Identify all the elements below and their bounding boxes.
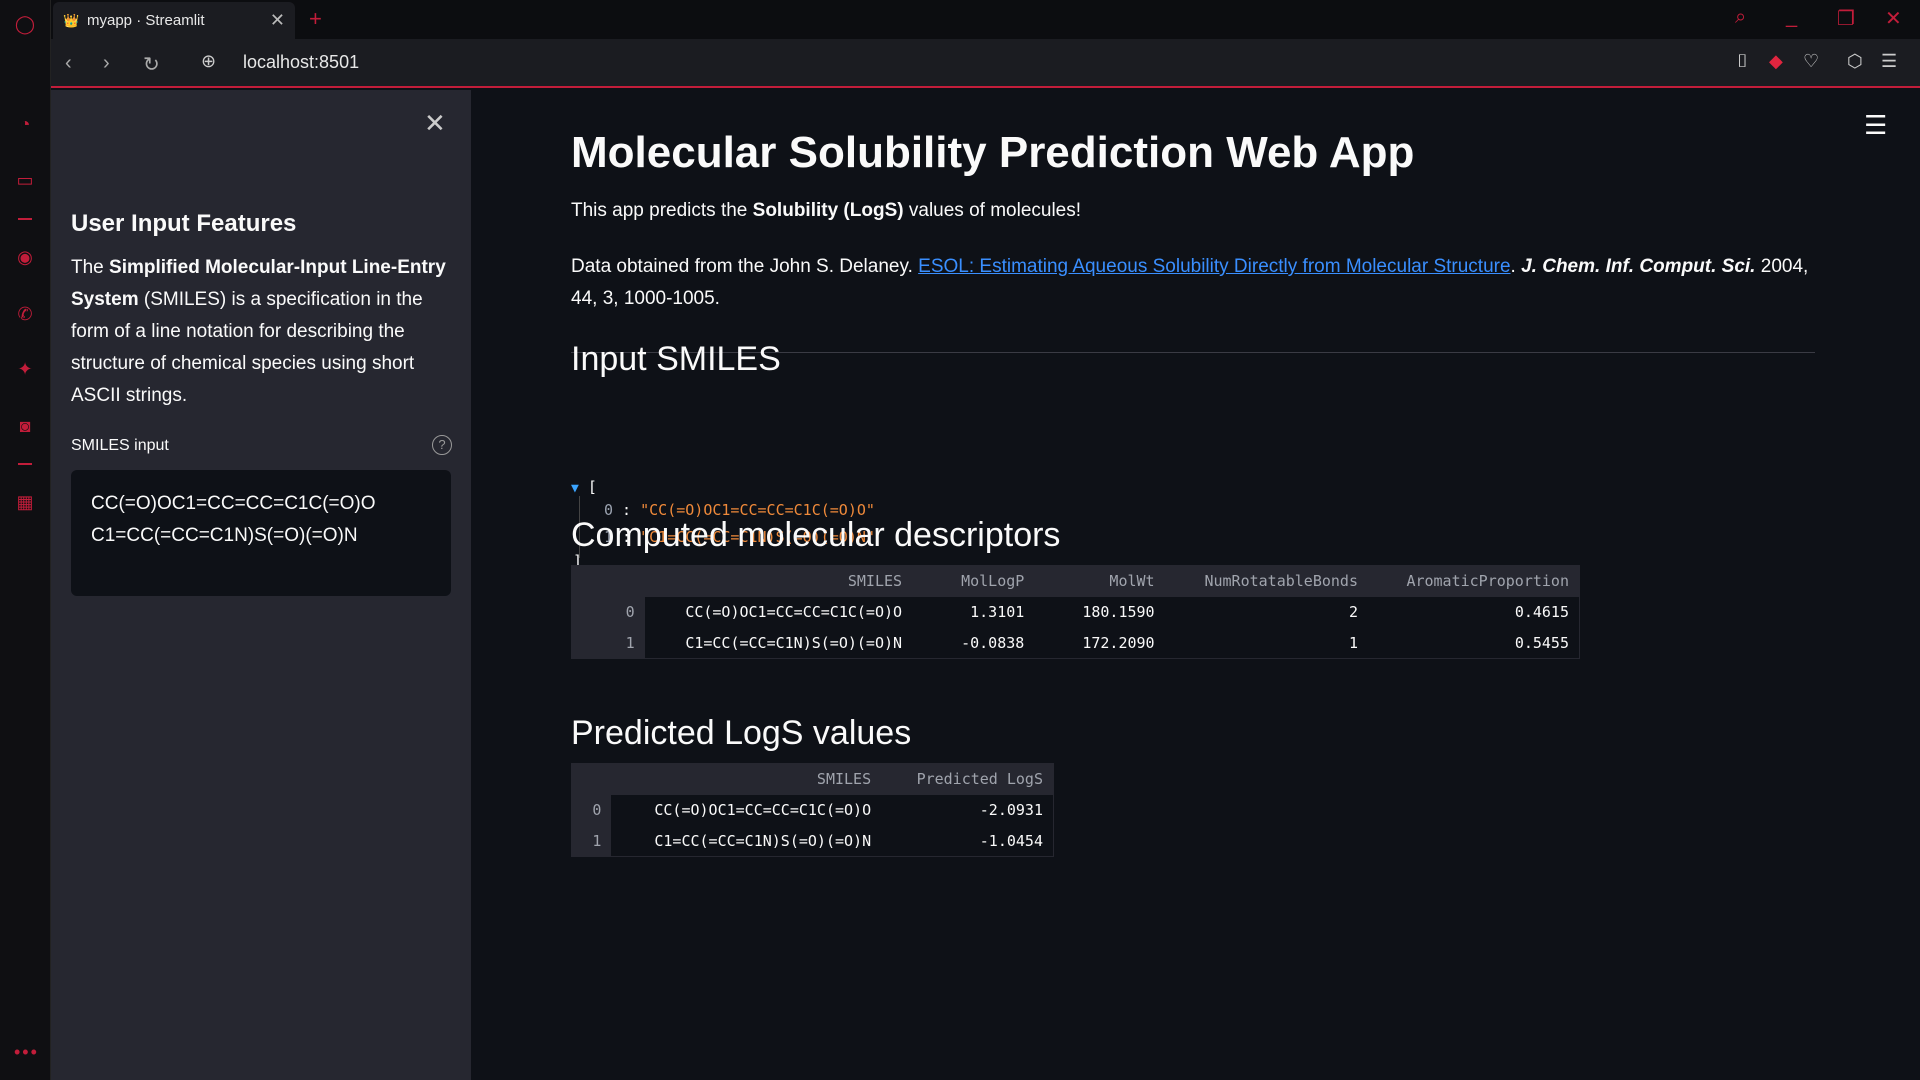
discord-icon[interactable]: ◙ — [13, 414, 37, 438]
page-title: Molecular Solubility Prediction Web App — [571, 128, 1415, 177]
table-header: NumRotatableBonds — [1164, 565, 1368, 597]
sidebar-description: The Simplified Molecular-Input Line-Entr… — [71, 257, 446, 406]
table-header: MolWt — [1034, 565, 1165, 597]
streamlit-favicon-icon: 👑 — [63, 12, 80, 28]
table-cell: 172.2090 — [1034, 627, 1165, 659]
table-row: 0 CC(=O)OC1=CC=CC=C1C(=O)O 1.3101 180.15… — [571, 596, 1580, 628]
table-header: AromaticProportion — [1368, 565, 1580, 597]
table-row: 0 CC(=O)OC1=CC=CC=C1C(=O)O -2.0931 — [571, 794, 1054, 826]
table-cell: -1.0454 — [881, 825, 1054, 857]
workspace-icon[interactable]: ▭ — [13, 168, 37, 192]
restore-icon[interactable]: ❐ — [1837, 6, 1855, 31]
table-row: 1 C1=CC(=CC=C1N)S(=O)(=O)N -0.0838 172.2… — [571, 627, 1580, 659]
collapse-caret-icon[interactable]: ▼ — [571, 481, 579, 496]
forward-icon[interactable]: › — [103, 52, 110, 75]
rail-divider — [18, 463, 32, 465]
easy-setup-icon[interactable]: ☰ — [1881, 51, 1897, 72]
streamlit-sidebar: ✕ User Input Features The Simplified Mol… — [51, 90, 471, 1080]
tab-title: myapp · Streamlit — [87, 12, 205, 29]
reload-icon[interactable]: ↻ — [143, 52, 160, 77]
main-content: ☰ Molecular Solubility Prediction Web Ap… — [471, 90, 1920, 1080]
menu-hamburger-icon[interactable]: ☰ — [1864, 110, 1887, 141]
table-cell: CC(=O)OC1=CC=CC=C1C(=O)O — [611, 794, 882, 826]
table-row: 1 C1=CC(=CC=C1N)S(=O)(=O)N -1.0454 — [571, 825, 1054, 857]
section-descriptors: Computed molecular descriptors — [571, 516, 1061, 554]
table-cell: 0.4615 — [1368, 596, 1580, 628]
table-header — [571, 763, 612, 795]
close-tab-icon[interactable]: ✕ — [270, 10, 285, 31]
row-index: 0 — [571, 596, 645, 628]
table-header: MolLogP — [912, 565, 1035, 597]
tab-myapp[interactable]: 👑 myapp · Streamlit ✕ — [53, 2, 295, 39]
twitter-icon[interactable]: ✦ — [13, 357, 37, 381]
browser-sidebar-rail: ◯ ◔ ▭ ◉ ✆ ✦ ◙ ▦ ••• — [0, 0, 51, 1080]
address-bar: ‹ › ↻ ⊕ localhost:8501 ⌷ ◆ ♡ ⬡ ☰ — [51, 39, 1920, 88]
table-cell: -0.0838 — [912, 627, 1035, 659]
section-predicted: Predicted LogS values — [571, 714, 912, 752]
table-header-row: SMILES MolLogP MolWt NumRotatableBonds A… — [571, 565, 1580, 597]
speed-dial-icon[interactable]: ◔ — [13, 112, 37, 136]
globe-icon: ⊕ — [201, 51, 217, 71]
table-cell: CC(=O)OC1=CC=CC=C1C(=O)O — [644, 596, 913, 628]
snapshot-icon[interactable]: ⌷ — [1737, 51, 1748, 72]
table-cell: 0.5455 — [1368, 627, 1580, 659]
smiles-input-label: SMILES input — [71, 437, 169, 454]
url-field[interactable]: localhost:8501 — [243, 52, 359, 73]
table-cell: 1 — [1164, 627, 1368, 659]
help-icon[interactable]: ? — [432, 435, 452, 455]
row-index: 1 — [571, 825, 612, 857]
table-cell: C1=CC(=CC=C1N)S(=O)(=O)N — [611, 825, 882, 857]
minimize-icon[interactable]: _ — [1786, 6, 1797, 29]
descriptors-table[interactable]: SMILES MolLogP MolWt NumRotatableBonds A… — [571, 565, 1580, 659]
table-header-row: SMILES Predicted LogS — [571, 763, 1054, 795]
back-icon[interactable]: ‹ — [65, 52, 72, 75]
tab-bar: 👑 myapp · Streamlit ✕ + ⌕ _ ❐ ✕ — [51, 0, 1920, 39]
row-index: 1 — [571, 627, 645, 659]
table-cell: C1=CC(=CC=C1N)S(=O)(=O)N — [644, 627, 913, 659]
messenger-icon[interactable]: ◉ — [13, 245, 37, 269]
adblock-shield-icon[interactable]: ◆ — [1769, 51, 1783, 72]
rail-divider — [18, 218, 32, 220]
data-source-text: Data obtained from the John S. Delaney. … — [571, 256, 1809, 309]
predicted-table[interactable]: SMILES Predicted LogS 0 CC(=O)OC1=CC=CC=… — [571, 763, 1054, 857]
table-cell: 1.3101 — [912, 596, 1035, 628]
extensions-cube-icon[interactable]: ⬡ — [1847, 51, 1863, 72]
close-window-icon[interactable]: ✕ — [1885, 6, 1902, 31]
table-header: Predicted LogS — [881, 763, 1054, 795]
opera-logo-icon[interactable]: ◯ — [13, 12, 37, 36]
table-header — [571, 565, 645, 597]
json-viewer: ▼ [ 0 : "CC(=O)OC1=CC=CC=C1C(=O)O" 1 : "… — [571, 478, 875, 570]
section-input-smiles: Input SMILES — [571, 340, 781, 378]
more-icon[interactable]: ••• — [14, 1042, 39, 1063]
bookmark-heart-icon[interactable]: ♡ — [1803, 51, 1819, 72]
table-cell: -2.0931 — [881, 794, 1054, 826]
search-tabs-icon[interactable]: ⌕ — [1735, 6, 1746, 29]
table-cell: 180.1590 — [1034, 596, 1165, 628]
extensions-grid-icon[interactable]: ▦ — [13, 490, 37, 514]
new-tab-icon[interactable]: + — [309, 6, 322, 32]
smiles-input-textarea[interactable]: CC(=O)OC1=CC=CC=C1C(=O)O C1=CC(=CC=C1N)S… — [71, 470, 451, 596]
table-header: SMILES — [611, 763, 882, 795]
close-sidebar-icon[interactable]: ✕ — [424, 108, 446, 139]
sidebar-title: User Input Features — [71, 210, 297, 237]
intro-text: This app predicts the Solubility (LogS) … — [571, 200, 1082, 221]
row-index: 0 — [571, 794, 612, 826]
table-header: SMILES — [644, 565, 913, 597]
whatsapp-icon[interactable]: ✆ — [13, 302, 37, 326]
esol-paper-link[interactable]: ESOL: Estimating Aqueous Solubility Dire… — [918, 256, 1510, 277]
table-cell: 2 — [1164, 596, 1368, 628]
